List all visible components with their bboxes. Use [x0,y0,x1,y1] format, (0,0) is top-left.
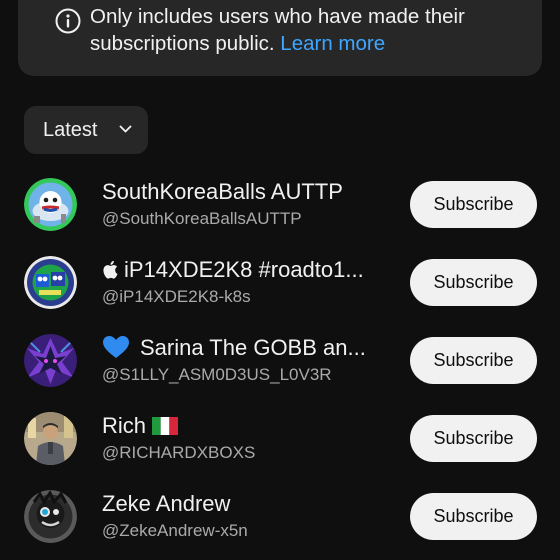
chevron-down-icon [119,125,132,133]
subscribe-button[interactable]: Subscribe [410,181,537,228]
channel-name-text: Sarina The GOBB an... [140,335,366,360]
channel-name[interactable]: Zeke Andrew [102,491,387,517]
channel-handle: @SouthKoreaBallsAUTTP [102,209,302,228]
avatar[interactable] [24,256,77,309]
public-subscriptions-notice: Only includes users who have made their … [18,0,542,76]
sort-dropdown[interactable]: Latest [24,106,148,154]
channel-name[interactable]: Sarina The GOBB an... [102,335,387,361]
subscribe-button[interactable]: Subscribe [410,259,537,306]
avatar[interactable] [24,178,77,231]
notice-message: Only includes users who have made their … [90,5,465,55]
blue-heart-icon [103,336,129,358]
avatar-image [24,490,77,543]
avatar-image [24,256,77,309]
learn-more-link[interactable]: Learn more [280,32,385,55]
channel-handle: @S1LLY_ASM0D3US_L0V3R [102,365,332,384]
list-item[interactable]: Zeke Andrew @ZekeAndrew-x5n Subscribe [0,478,560,556]
channel-handle: @iP14XDE2K8-k8s [102,287,251,306]
channel-handle: @ZekeAndrew-x5n [102,521,248,540]
avatar[interactable] [24,334,77,387]
channel-name[interactable]: iP14XDE2K8 #roadto1... [102,257,387,283]
channel-name-text: iP14XDE2K8 #roadto1... [124,257,364,282]
notice-text: Only includes users who have made their … [90,3,530,57]
channel-name[interactable]: Rich [102,413,387,439]
list-item[interactable]: Sarina The GOBB an... @S1LLY_ASM0D3US_L0… [0,322,560,400]
subscribe-button[interactable]: Subscribe [410,337,537,384]
list-item[interactable]: Rich @RICHARDXBOXS Subscribe [0,400,560,478]
channel-name[interactable]: SouthKoreaBalls AUTTP [102,179,387,205]
list-item[interactable]: iP14XDE2K8 #roadto1... @iP14XDE2K8-k8s S… [0,244,560,322]
list-item[interactable]: SouthKoreaBalls AUTTP @SouthKoreaBallsAU… [0,166,560,244]
avatar-image [24,334,77,387]
subscribe-button[interactable]: Subscribe [410,415,537,462]
italy-flag-icon [152,417,179,435]
avatar-image [24,412,77,465]
info-icon [55,8,81,34]
avatar[interactable] [24,412,77,465]
sort-label: Latest [43,119,98,141]
channel-handle: @RICHARDXBOXS [102,443,256,462]
avatar[interactable] [24,490,77,543]
subscribe-button[interactable]: Subscribe [410,493,537,540]
apple-icon [103,260,118,279]
channel-name-text: Rich [102,413,147,438]
avatar-image [24,178,77,231]
